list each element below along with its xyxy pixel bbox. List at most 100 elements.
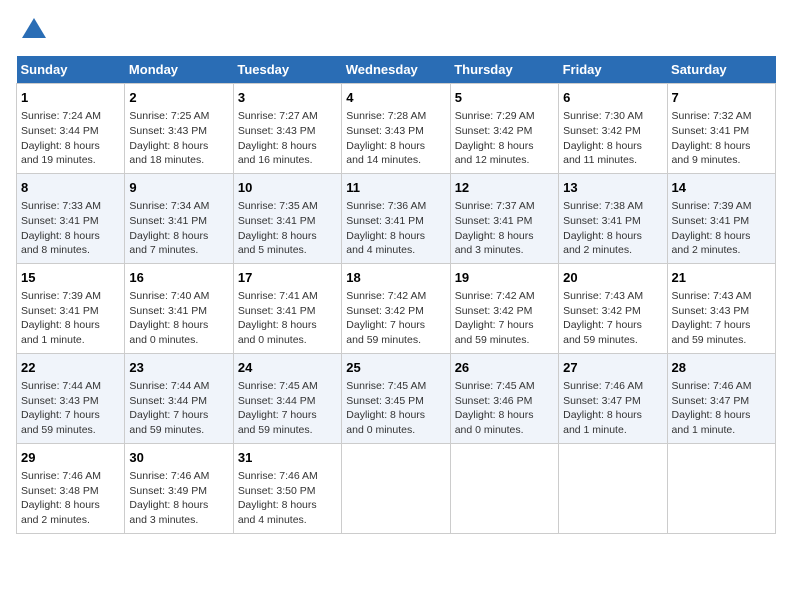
calendar-cell: 20 Sunrise: 7:43 AM Sunset: 3:42 PM Dayli… xyxy=(559,263,667,353)
day-info: Sunrise: 7:46 AM Sunset: 3:50 PM Dayligh… xyxy=(238,469,337,528)
calendar-cell: 8 Sunrise: 7:33 AM Sunset: 3:41 PM Daylig… xyxy=(17,173,125,263)
day-number: 19 xyxy=(455,269,554,287)
day-number: 28 xyxy=(672,359,771,377)
day-number: 8 xyxy=(21,179,120,197)
calendar-cell: 3 Sunrise: 7:27 AM Sunset: 3:43 PM Daylig… xyxy=(233,84,341,174)
day-header-monday: Monday xyxy=(125,56,233,84)
day-info: Sunrise: 7:35 AM Sunset: 3:41 PM Dayligh… xyxy=(238,199,337,258)
day-info: Sunrise: 7:46 AM Sunset: 3:47 PM Dayligh… xyxy=(672,379,771,438)
day-number: 30 xyxy=(129,449,228,467)
week-row-1: 1Sunrise: 7:24 AM Sunset: 3:44 PM Daylig… xyxy=(17,84,776,174)
calendar-cell: 31Sunrise: 7:46 AM Sunset: 3:50 PM Dayli… xyxy=(233,443,341,533)
week-row-4: 22 Sunrise: 7:44 AM Sunset: 3:43 PM Dayli… xyxy=(17,353,776,443)
calendar-cell: 11Sunrise: 7:36 AM Sunset: 3:41 PM Dayli… xyxy=(342,173,450,263)
day-info: Sunrise: 7:37 AM Sunset: 3:41 PM Dayligh… xyxy=(455,199,554,258)
week-row-2: 8 Sunrise: 7:33 AM Sunset: 3:41 PM Daylig… xyxy=(17,173,776,263)
day-number: 25 xyxy=(346,359,445,377)
day-header-tuesday: Tuesday xyxy=(233,56,341,84)
day-info: Sunrise: 7:46 AM Sunset: 3:48 PM Dayligh… xyxy=(21,469,120,528)
calendar-cell: 30 Sunrise: 7:46 AM Sunset: 3:49 PM Dayli… xyxy=(125,443,233,533)
day-info: Sunrise: 7:45 AM Sunset: 3:44 PM Dayligh… xyxy=(238,379,337,438)
calendar-cell: 5 Sunrise: 7:29 AM Sunset: 3:42 PM Daylig… xyxy=(450,84,558,174)
calendar-cell: 28 Sunrise: 7:46 AM Sunset: 3:47 PM Dayli… xyxy=(667,353,775,443)
calendar-cell: 4 Sunrise: 7:28 AM Sunset: 3:43 PM Daylig… xyxy=(342,84,450,174)
day-number: 17 xyxy=(238,269,337,287)
calendar-cell: 19Sunrise: 7:42 AM Sunset: 3:42 PM Dayli… xyxy=(450,263,558,353)
day-header-friday: Friday xyxy=(559,56,667,84)
calendar-cell xyxy=(559,443,667,533)
day-number: 29 xyxy=(21,449,120,467)
calendar-cell: 23 Sunrise: 7:44 AM Sunset: 3:44 PM Dayli… xyxy=(125,353,233,443)
day-number: 27 xyxy=(563,359,662,377)
day-info: Sunrise: 7:29 AM Sunset: 3:42 PM Dayligh… xyxy=(455,109,554,168)
calendar-cell xyxy=(450,443,558,533)
day-header-wednesday: Wednesday xyxy=(342,56,450,84)
day-number: 16 xyxy=(129,269,228,287)
day-info: Sunrise: 7:39 AM Sunset: 3:41 PM Dayligh… xyxy=(21,289,120,348)
day-number: 3 xyxy=(238,89,337,107)
day-number: 24 xyxy=(238,359,337,377)
calendar-cell: 6 Sunrise: 7:30 AM Sunset: 3:42 PM Daylig… xyxy=(559,84,667,174)
day-number: 20 xyxy=(563,269,662,287)
day-number: 10 xyxy=(238,179,337,197)
calendar-cell: 1Sunrise: 7:24 AM Sunset: 3:44 PM Daylig… xyxy=(17,84,125,174)
day-info: Sunrise: 7:44 AM Sunset: 3:43 PM Dayligh… xyxy=(21,379,120,438)
day-info: Sunrise: 7:25 AM Sunset: 3:43 PM Dayligh… xyxy=(129,109,228,168)
day-number: 26 xyxy=(455,359,554,377)
calendar-cell: 29 Sunrise: 7:46 AM Sunset: 3:48 PM Dayli… xyxy=(17,443,125,533)
day-number: 9 xyxy=(129,179,228,197)
day-info: Sunrise: 7:44 AM Sunset: 3:44 PM Dayligh… xyxy=(129,379,228,438)
logo-icon xyxy=(20,16,48,44)
day-info: Sunrise: 7:43 AM Sunset: 3:42 PM Dayligh… xyxy=(563,289,662,348)
day-info: Sunrise: 7:32 AM Sunset: 3:41 PM Dayligh… xyxy=(672,109,771,168)
day-number: 7 xyxy=(672,89,771,107)
page-header xyxy=(16,16,776,44)
day-number: 6 xyxy=(563,89,662,107)
day-info: Sunrise: 7:45 AM Sunset: 3:46 PM Dayligh… xyxy=(455,379,554,438)
day-info: Sunrise: 7:34 AM Sunset: 3:41 PM Dayligh… xyxy=(129,199,228,258)
calendar-cell: 2 Sunrise: 7:25 AM Sunset: 3:43 PM Daylig… xyxy=(125,84,233,174)
day-number: 23 xyxy=(129,359,228,377)
day-number: 14 xyxy=(672,179,771,197)
day-header-saturday: Saturday xyxy=(667,56,775,84)
day-header-thursday: Thursday xyxy=(450,56,558,84)
calendar-cell: 10 Sunrise: 7:35 AM Sunset: 3:41 PM Dayli… xyxy=(233,173,341,263)
day-info: Sunrise: 7:24 AM Sunset: 3:44 PM Dayligh… xyxy=(21,109,120,168)
day-info: Sunrise: 7:42 AM Sunset: 3:42 PM Dayligh… xyxy=(346,289,445,348)
day-info: Sunrise: 7:41 AM Sunset: 3:41 PM Dayligh… xyxy=(238,289,337,348)
day-info: Sunrise: 7:46 AM Sunset: 3:47 PM Dayligh… xyxy=(563,379,662,438)
calendar-cell: 16 Sunrise: 7:40 AM Sunset: 3:41 PM Dayli… xyxy=(125,263,233,353)
day-info: Sunrise: 7:40 AM Sunset: 3:41 PM Dayligh… xyxy=(129,289,228,348)
day-number: 5 xyxy=(455,89,554,107)
calendar-cell: 18 Sunrise: 7:42 AM Sunset: 3:42 PM Dayli… xyxy=(342,263,450,353)
day-number: 2 xyxy=(129,89,228,107)
day-number: 13 xyxy=(563,179,662,197)
days-header-row: SundayMondayTuesdayWednesdayThursdayFrid… xyxy=(17,56,776,84)
week-row-3: 15Sunrise: 7:39 AM Sunset: 3:41 PM Dayli… xyxy=(17,263,776,353)
day-number: 18 xyxy=(346,269,445,287)
calendar-cell: 22 Sunrise: 7:44 AM Sunset: 3:43 PM Dayli… xyxy=(17,353,125,443)
calendar-cell: 17 Sunrise: 7:41 AM Sunset: 3:41 PM Dayli… xyxy=(233,263,341,353)
day-info: Sunrise: 7:30 AM Sunset: 3:42 PM Dayligh… xyxy=(563,109,662,168)
day-number: 4 xyxy=(346,89,445,107)
day-info: Sunrise: 7:27 AM Sunset: 3:43 PM Dayligh… xyxy=(238,109,337,168)
calendar-cell: 9 Sunrise: 7:34 AM Sunset: 3:41 PM Daylig… xyxy=(125,173,233,263)
day-info: Sunrise: 7:28 AM Sunset: 3:43 PM Dayligh… xyxy=(346,109,445,168)
day-info: Sunrise: 7:38 AM Sunset: 3:41 PM Dayligh… xyxy=(563,199,662,258)
day-header-sunday: Sunday xyxy=(17,56,125,84)
day-number: 22 xyxy=(21,359,120,377)
calendar-cell xyxy=(667,443,775,533)
calendar-cell: 27 Sunrise: 7:46 AM Sunset: 3:47 PM Dayli… xyxy=(559,353,667,443)
day-number: 12 xyxy=(455,179,554,197)
calendar-cell: 24 Sunrise: 7:45 AM Sunset: 3:44 PM Dayli… xyxy=(233,353,341,443)
calendar-cell: 12 Sunrise: 7:37 AM Sunset: 3:41 PM Dayli… xyxy=(450,173,558,263)
calendar-table: SundayMondayTuesdayWednesdayThursdayFrid… xyxy=(16,56,776,534)
day-info: Sunrise: 7:33 AM Sunset: 3:41 PM Dayligh… xyxy=(21,199,120,258)
day-info: Sunrise: 7:39 AM Sunset: 3:41 PM Dayligh… xyxy=(672,199,771,258)
week-row-5: 29 Sunrise: 7:46 AM Sunset: 3:48 PM Dayli… xyxy=(17,443,776,533)
calendar-cell: 13 Sunrise: 7:38 AM Sunset: 3:41 PM Dayli… xyxy=(559,173,667,263)
day-info: Sunrise: 7:46 AM Sunset: 3:49 PM Dayligh… xyxy=(129,469,228,528)
day-number: 11 xyxy=(346,179,445,197)
calendar-cell: 7 Sunrise: 7:32 AM Sunset: 3:41 PM Daylig… xyxy=(667,84,775,174)
day-info: Sunrise: 7:43 AM Sunset: 3:43 PM Dayligh… xyxy=(672,289,771,348)
